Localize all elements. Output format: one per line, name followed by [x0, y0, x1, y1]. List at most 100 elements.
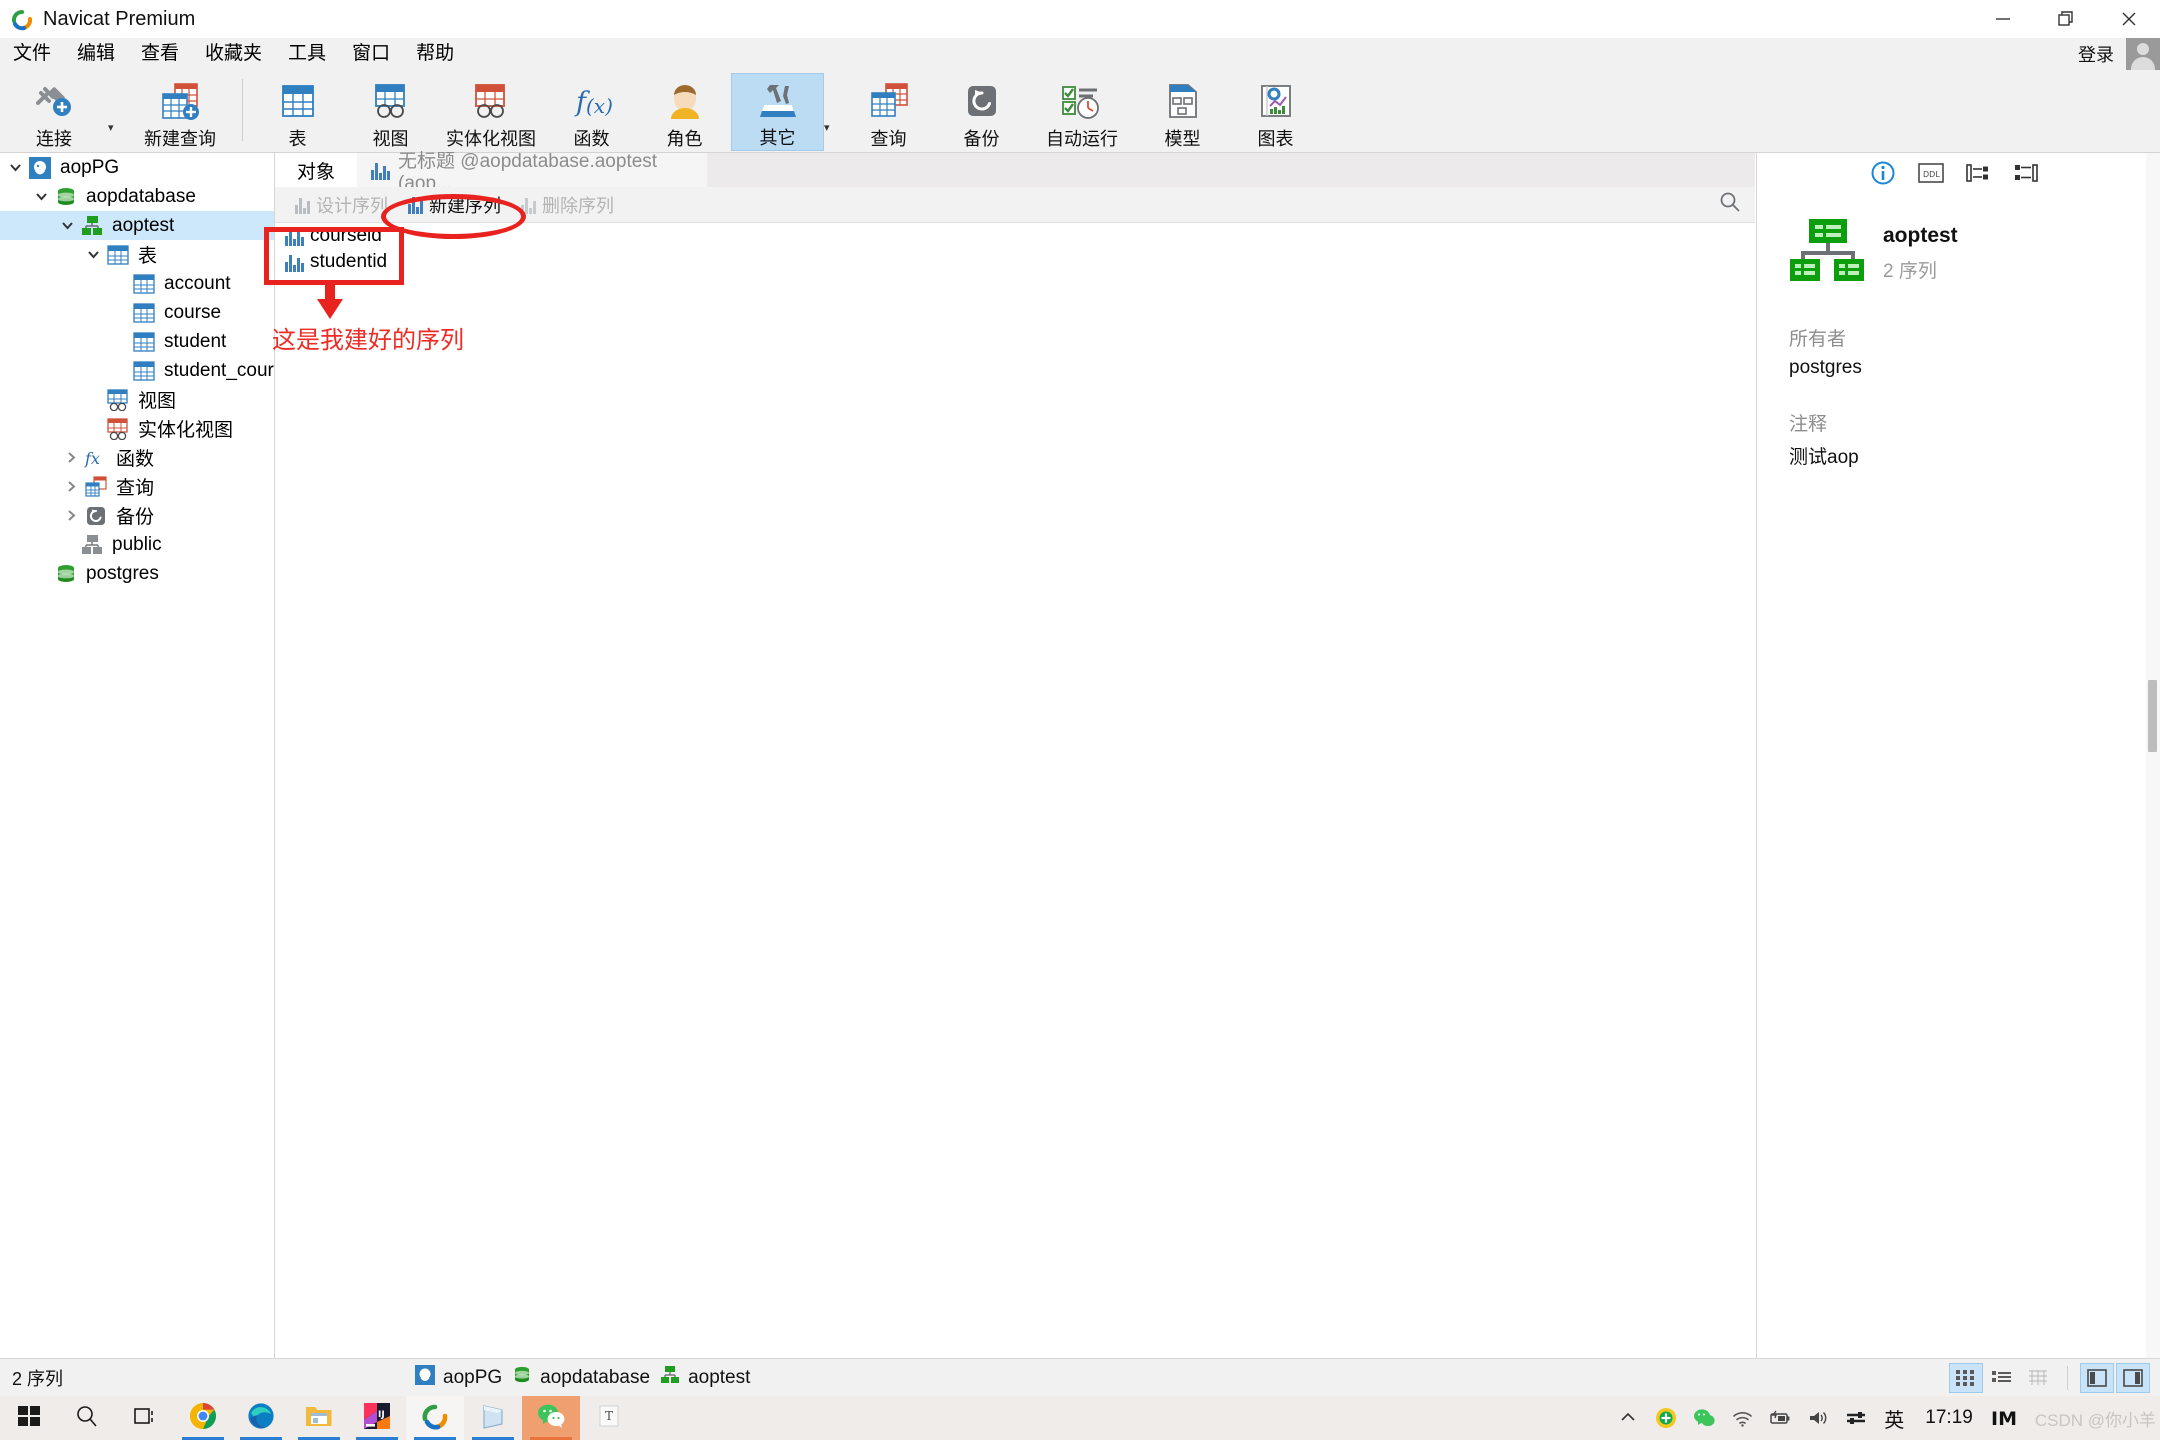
view-grid-button[interactable]: [1949, 1362, 1983, 1393]
chevron-up-icon[interactable]: [1609, 1396, 1647, 1440]
tree-node-backups[interactable]: 备份: [0, 501, 274, 530]
close-icon[interactable]: [2097, 0, 2160, 38]
sequence-object-list[interactable]: courseid studentid: [277, 223, 1755, 1358]
preview-tab-icon[interactable]: [2014, 162, 2040, 189]
ddl-tab-icon[interactable]: DDL: [1918, 162, 1944, 189]
search-icon[interactable]: [1719, 191, 1741, 218]
tree-node-queries[interactable]: 查询: [0, 472, 274, 501]
toolbar-table[interactable]: 表: [251, 73, 344, 151]
view-list-button[interactable]: [1985, 1363, 2019, 1393]
menu-file[interactable]: 文件: [0, 38, 64, 70]
toolbar-chart[interactable]: 图表: [1229, 73, 1322, 151]
object-row-studentid[interactable]: studentid: [277, 249, 1755, 275]
taskbar-taskview-button[interactable]: [116, 1396, 174, 1440]
toolbar-model[interactable]: 模型: [1136, 73, 1229, 151]
ime-indicator[interactable]: 英: [1875, 1396, 1913, 1440]
taskbar-clock[interactable]: 17:19: [1913, 1407, 1985, 1429]
object-row-courseid[interactable]: courseid: [277, 223, 1755, 249]
info-tab-icon[interactable]: [1870, 160, 1896, 191]
taskbar-navicat[interactable]: [406, 1396, 464, 1440]
status-crumb-aopdatabase[interactable]: aopdatabase: [512, 1365, 650, 1391]
toolbar-new-query[interactable]: 新建查询: [126, 73, 234, 151]
toolbar-connection[interactable]: 连接: [0, 73, 108, 151]
chevron-right-icon[interactable]: [60, 480, 82, 493]
menu-view[interactable]: 查看: [128, 38, 192, 70]
toolbar-role[interactable]: 角色: [638, 73, 731, 151]
tree-node-materialized-views[interactable]: 实体化视图: [0, 414, 274, 443]
taskbar-typora[interactable]: T: [580, 1396, 638, 1440]
view-detail-button[interactable]: [2021, 1363, 2055, 1393]
chevron-down-icon[interactable]: [30, 190, 52, 203]
tree-node-aoptest[interactable]: aoptest: [0, 211, 274, 240]
wechat-icon[interactable]: [1685, 1396, 1723, 1440]
tree-node-aoppg[interactable]: aopPG: [0, 153, 274, 182]
minimize-icon[interactable]: [1971, 0, 2034, 38]
notification-icon[interactable]: IM: [1985, 1396, 2031, 1440]
menu-help[interactable]: 帮助: [403, 38, 467, 70]
menu-window[interactable]: 窗口: [339, 38, 403, 70]
chevron-right-icon[interactable]: [60, 451, 82, 464]
delete-sequence-button[interactable]: 删除序列: [513, 189, 622, 221]
vertical-scrollbar-track[interactable]: [2146, 153, 2160, 1358]
object-tree-sidebar[interactable]: aopPG aopdatabase aoptest 表 account cour…: [0, 153, 275, 1358]
chevron-right-icon[interactable]: [60, 509, 82, 522]
toolbar-model-label: 模型: [1164, 129, 1201, 149]
user-avatar-icon[interactable]: [2126, 38, 2160, 70]
tree-node-course[interactable]: course: [0, 298, 274, 327]
battery-charging-icon[interactable]: [1761, 1396, 1799, 1440]
tree-node-account[interactable]: account: [0, 269, 274, 298]
taskbar-start-button[interactable]: [0, 1396, 58, 1440]
plug-plus-icon: [32, 78, 76, 123]
chevron-down-icon[interactable]: [4, 161, 26, 174]
svg-text:IM: IM: [1991, 1408, 2017, 1430]
status-crumb-aoppg[interactable]: aopPG: [415, 1364, 502, 1391]
tab-objects[interactable]: 对象: [275, 153, 358, 187]
tree-node-student-course[interactable]: student_course: [0, 356, 274, 385]
volume-icon[interactable]: [1799, 1396, 1837, 1440]
others-chevron-down-icon[interactable]: ▾: [824, 121, 842, 134]
chevron-down-icon[interactable]: [56, 219, 78, 232]
taskbar-notebook[interactable]: [464, 1396, 522, 1440]
vertical-scrollbar-thumb[interactable]: [2148, 680, 2157, 752]
toolbar-backup[interactable]: 备份: [935, 73, 1028, 151]
taskbar-explorer[interactable]: [290, 1396, 348, 1440]
status-bar: 2 序列 aopPG aopdatabase aoptest: [0, 1358, 2160, 1396]
tree-node-aopdatabase[interactable]: aopdatabase: [0, 182, 274, 211]
wifi-icon[interactable]: [1723, 1396, 1761, 1440]
sliders-icon[interactable]: [1837, 1396, 1875, 1440]
panel-left-button[interactable]: [2080, 1362, 2114, 1393]
menu-favorites[interactable]: 收藏夹: [192, 38, 275, 70]
connection-chevron-down-icon[interactable]: ▾: [108, 121, 126, 134]
tree-node-functions[interactable]: fx 函数: [0, 443, 274, 472]
tree-node-tables[interactable]: 表: [0, 240, 274, 269]
login-label[interactable]: 登录: [2078, 41, 2126, 67]
toolbar-materialized-view[interactable]: 实体化视图: [437, 73, 545, 151]
toolbar-function[interactable]: f (x) 函数: [545, 73, 638, 151]
360-security-icon[interactable]: [1647, 1396, 1685, 1440]
menu-edit[interactable]: 编辑: [64, 38, 128, 70]
toolbar-others[interactable]: 其它: [731, 73, 824, 151]
toolbar-automation[interactable]: 自动运行: [1028, 73, 1136, 151]
restore-icon[interactable]: [2034, 0, 2097, 38]
toolbar-query[interactable]: 查询: [842, 73, 935, 151]
tree-node-public[interactable]: public: [0, 530, 274, 559]
new-sequence-button[interactable]: 新建序列: [400, 189, 509, 221]
status-crumb-aoptest[interactable]: aoptest: [660, 1365, 750, 1391]
tree-node-postgres[interactable]: postgres: [0, 559, 274, 588]
relations-tab-icon[interactable]: [1966, 162, 1992, 189]
tree-node-views[interactable]: 视图: [0, 385, 274, 414]
main-toolbar: 连接 ▾ 新建查询 表 视图 实体化视图 f (x) 函数 角色 其它 ▾ 查询…: [0, 70, 2160, 153]
taskbar-edge[interactable]: [232, 1396, 290, 1440]
menu-tools[interactable]: 工具: [275, 38, 339, 70]
taskbar-intellij[interactable]: IJ: [348, 1396, 406, 1440]
tree-node-student[interactable]: student: [0, 327, 274, 356]
design-sequence-button[interactable]: 设计序列: [287, 189, 396, 221]
taskbar-search-button[interactable]: [58, 1396, 116, 1440]
chevron-down-icon[interactable]: [82, 248, 104, 261]
taskbar-wechat[interactable]: [522, 1396, 580, 1440]
taskbar-chrome[interactable]: [174, 1396, 232, 1440]
object-info-panel: DDL aoptest 2 序列 所有者 postgres 注释 测试aop: [1756, 153, 2160, 1358]
tab-untitled-query[interactable]: 无标题 @aopdatabase.aoptest (aop...: [357, 151, 708, 194]
toolbar-view[interactable]: 视图: [344, 73, 437, 151]
panel-right-button[interactable]: [2116, 1362, 2150, 1393]
